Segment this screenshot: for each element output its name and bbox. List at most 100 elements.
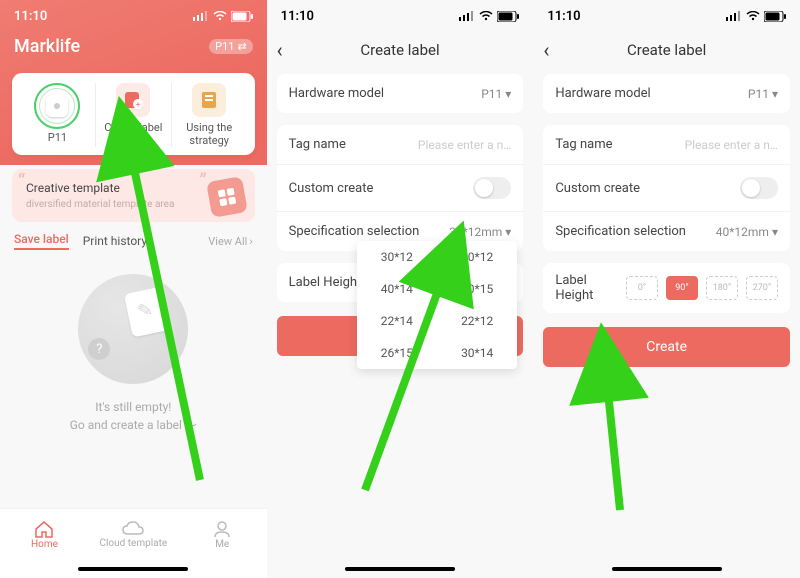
nav-cloud-template[interactable]: Cloud template xyxy=(89,509,178,560)
strategy-text: Using the strategy xyxy=(172,121,247,147)
battery-icon xyxy=(497,11,519,22)
create-label-text: Create label xyxy=(104,121,162,134)
back-button[interactable]: ‹ xyxy=(277,38,283,62)
printer-status[interactable]: P11 xyxy=(20,83,95,147)
empty-state: ? It's still empty! Go and create a labe… xyxy=(0,254,267,508)
strategy-icon xyxy=(192,83,226,117)
status-indicators xyxy=(193,11,253,22)
rotation-180[interactable]: 180° xyxy=(706,276,738,300)
tag-name-row[interactable]: Tag name Please enter a n… xyxy=(543,125,790,164)
settings-card: Tag name Please enter a n… Custom create… xyxy=(277,125,524,251)
spec-option[interactable]: 30*12 xyxy=(357,241,437,273)
back-button[interactable]: ‹ xyxy=(543,38,549,62)
spec-option[interactable]: 40*12 xyxy=(437,241,517,273)
status-bar: 11:10 xyxy=(533,0,800,32)
hardware-card: Hardware model P11▾ xyxy=(277,74,524,113)
empty-illustration: ? xyxy=(78,274,188,384)
custom-create-row: Custom create xyxy=(543,164,790,211)
custom-create-label: Custom create xyxy=(289,181,374,196)
custom-create-toggle[interactable] xyxy=(740,177,778,199)
status-bar: 11:10 xyxy=(267,0,534,32)
tab-save-label[interactable]: Save label xyxy=(14,232,69,250)
tag-name-label: Tag name xyxy=(555,137,612,152)
nav-me[interactable]: Me xyxy=(178,509,267,560)
top-nav: ‹ Create label xyxy=(267,32,534,68)
hardware-model-row[interactable]: Hardware model P11▾ xyxy=(277,74,524,113)
spec-option[interactable]: 40*14 xyxy=(357,273,437,305)
label-height-label: Label Height xyxy=(555,273,618,303)
battery-icon xyxy=(764,11,786,22)
view-all-link[interactable]: View All › xyxy=(208,235,252,248)
spec-dropdown: 30*12 40*12 40*14 50*15 22*14 22*12 26*1… xyxy=(357,241,518,369)
label-height-label: Label Height xyxy=(289,275,362,290)
tag-name-input[interactable]: Please enter a n… xyxy=(685,138,778,152)
screen-create-label-rotation: 11:10 ‹ Create label Hardware model P11▾… xyxy=(533,0,800,578)
screen-create-label-dropdown: 11:10 ‹ Create label Hardware model P11▾… xyxy=(267,0,534,578)
custom-create-row: Custom create xyxy=(277,164,524,211)
page-title: Create label xyxy=(360,41,439,59)
spec-option[interactable]: 22*12 xyxy=(437,305,517,337)
bottom-nav: Home Cloud template Me xyxy=(0,508,267,560)
create-button[interactable]: Create xyxy=(543,327,790,367)
custom-create-label: Custom create xyxy=(555,181,640,196)
wifi-icon xyxy=(479,11,493,21)
status-indicators xyxy=(726,11,786,22)
svg-text:+: + xyxy=(136,100,141,109)
rotation-90[interactable]: 90° xyxy=(666,276,698,300)
spec-selection-row[interactable]: Specification selection 40*12mm▾ xyxy=(543,211,790,251)
spec-option[interactable]: 22*14 xyxy=(357,305,437,337)
page-title: Create label xyxy=(627,41,706,59)
status-bar: 11:10 xyxy=(0,0,267,32)
custom-create-toggle[interactable] xyxy=(473,177,511,199)
strategy-button[interactable]: Using the strategy xyxy=(171,83,247,147)
home-indicator xyxy=(267,560,534,578)
spec-option[interactable]: 30*14 xyxy=(437,337,517,369)
tag-name-input[interactable]: Please enter a n… xyxy=(418,138,511,152)
printer-label: P11 xyxy=(48,131,67,144)
spec-option[interactable]: 50*15 xyxy=(437,273,517,305)
app-title: Marklife xyxy=(14,36,80,57)
tab-print-history[interactable]: Print history xyxy=(83,234,147,248)
status-time: 11:10 xyxy=(281,9,314,24)
chevron-down-icon: ▾ xyxy=(505,87,511,101)
title-row: Marklife P11 ⇄ xyxy=(0,32,267,57)
tag-name-row[interactable]: Tag name Please enter a n… xyxy=(277,125,524,164)
label-height-row: Label Height 0° 90° 180° 270° xyxy=(543,263,790,313)
hardware-label: Hardware model xyxy=(289,86,384,101)
settings-card: Tag name Please enter a n… Custom create… xyxy=(543,125,790,251)
battery-icon xyxy=(231,11,253,22)
printer-badge[interactable]: P11 ⇄ xyxy=(209,39,253,54)
printer-icon xyxy=(34,83,80,129)
top-nav: ‹ Create label xyxy=(533,32,800,68)
status-time: 11:10 xyxy=(14,9,47,24)
signal-icon xyxy=(193,11,209,21)
spec-label: Specification selection xyxy=(289,224,420,239)
empty-text: It's still empty! Go and create a label … xyxy=(70,398,197,434)
home-indicator xyxy=(0,560,267,578)
screen-home: 11:10 Marklife P11 ⇄ P11 xyxy=(0,0,267,578)
status-indicators xyxy=(459,11,519,22)
swap-icon: ⇄ xyxy=(237,40,246,53)
rotation-270[interactable]: 270° xyxy=(746,276,778,300)
tag-name-label: Tag name xyxy=(289,137,346,152)
person-icon xyxy=(213,520,231,538)
create-label-button[interactable]: + Create label xyxy=(95,83,171,147)
chevron-down-icon: ▾ xyxy=(772,87,778,101)
hardware-model-row[interactable]: Hardware model P11▾ xyxy=(543,74,790,113)
chevron-down-icon: ▾ xyxy=(505,225,511,239)
wifi-icon xyxy=(746,11,760,21)
home-icon xyxy=(34,520,54,538)
creative-template-banner[interactable]: Creative template diversified material t… xyxy=(12,169,255,222)
home-indicator xyxy=(533,560,800,578)
create-label-icon: + xyxy=(116,83,150,117)
cloud-icon xyxy=(122,521,144,537)
hardware-card: Hardware model P11▾ xyxy=(543,74,790,113)
wifi-icon xyxy=(213,11,227,21)
nav-home[interactable]: Home xyxy=(0,509,89,560)
header: 11:10 Marklife P11 ⇄ P11 xyxy=(0,0,267,165)
chevron-right-icon: › xyxy=(249,235,252,248)
rotation-0[interactable]: 0° xyxy=(626,276,658,300)
spec-option[interactable]: 26*15 xyxy=(357,337,437,369)
signal-icon xyxy=(459,11,475,21)
action-card: P11 + Create label Using the strategy xyxy=(12,73,255,155)
